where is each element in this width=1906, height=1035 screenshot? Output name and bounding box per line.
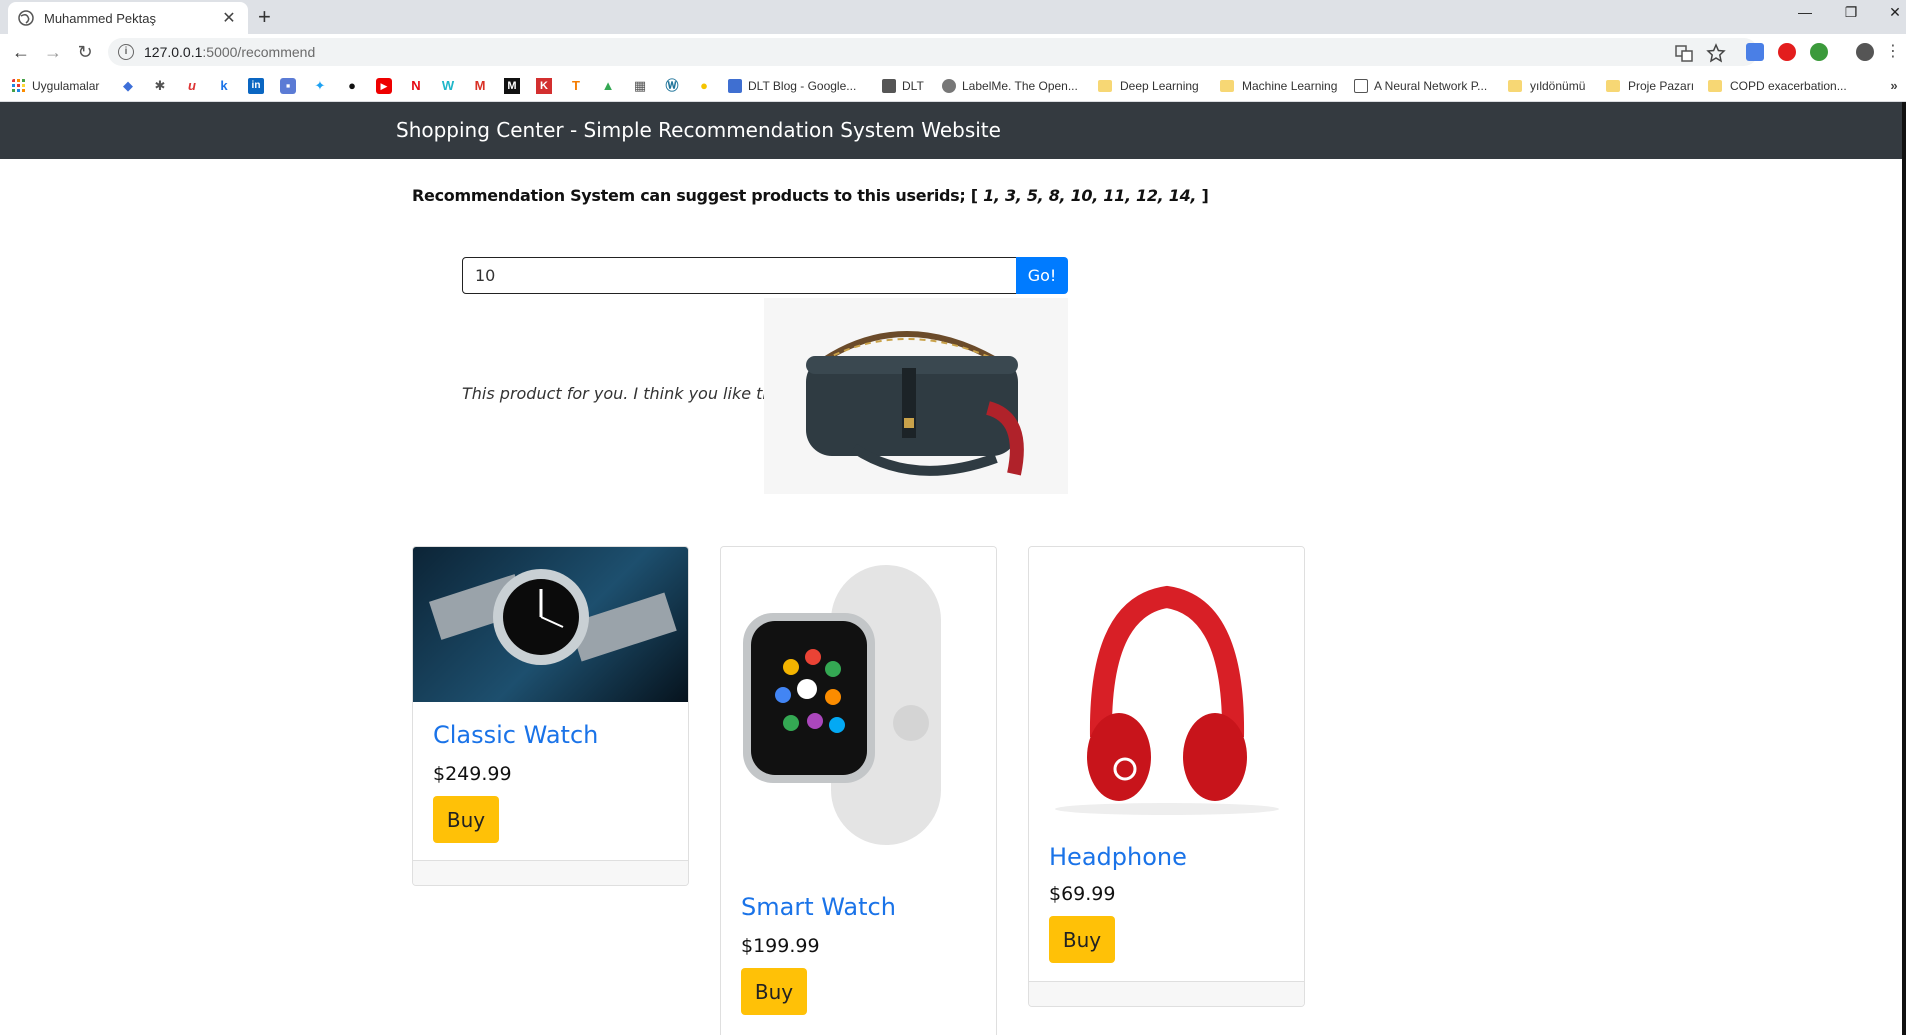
userid-input[interactable] [462, 257, 1017, 294]
opera-extension-icon[interactable] [1778, 43, 1796, 61]
card-footer [413, 860, 688, 885]
bookmark-deep-learning[interactable]: Deep Learning [1098, 78, 1199, 94]
product-card: Classic Watch $249.99 Buy [412, 546, 689, 886]
bookmark-icon-14[interactable]: K [536, 78, 552, 94]
bookmark-proje-pazari[interactable]: Proje Pazarı [1606, 78, 1694, 94]
address-bar[interactable]: i 127.0.0.1:5000/recommend [108, 38, 1758, 66]
globe-icon [942, 79, 956, 93]
classic-watch-image [413, 547, 688, 702]
product-title[interactable]: Classic Watch [433, 721, 598, 749]
tab-title: Muhammed Pektaş [44, 10, 156, 26]
bookmark-icon-2[interactable]: ✱ [152, 78, 168, 94]
browser-tab[interactable]: Muhammed Pektaş ✕ [8, 2, 248, 34]
netflix-icon[interactable]: N [408, 78, 424, 94]
buy-button[interactable]: Buy [433, 796, 499, 843]
url-host: 127.0.0.1 [144, 44, 203, 60]
apps-label: Uygulamalar [32, 79, 100, 93]
bookmark-star-icon[interactable] [1706, 43, 1726, 63]
url-path: :5000/recommend [202, 44, 316, 60]
bookmark-dlt[interactable]: DLT [882, 78, 924, 94]
navbar-brand[interactable]: Shopping Center - Simple Recommendation … [396, 118, 1001, 142]
more-bookmarks-icon[interactable]: » [1886, 78, 1902, 94]
profile-avatar[interactable] [1856, 43, 1874, 61]
bookmark-labelme[interactable]: LabelMe. The Open... [942, 78, 1078, 94]
youtube-icon[interactable]: ▶ [376, 78, 392, 94]
folder-icon [1220, 80, 1234, 92]
product-title[interactable]: Headphone [1049, 843, 1187, 871]
window-close-icon[interactable]: ✕ [1880, 4, 1906, 21]
buy-button[interactable]: Buy [741, 968, 807, 1015]
suggestion-text: This product for you. I think you like t… [462, 384, 813, 403]
site-navbar: Shopping Center - Simple Recommendation … [0, 102, 1906, 159]
watch-icon [429, 569, 677, 665]
product-card: Smart Watch $199.99 Buy [720, 546, 997, 1035]
smartwatch-icon [743, 565, 941, 845]
bookmark-icon-4[interactable]: k [216, 78, 232, 94]
bookmark-icon-11[interactable]: W [440, 78, 456, 94]
bookmark-neural-network[interactable]: A Neural Network P... [1354, 78, 1487, 94]
new-tab-icon[interactable]: + [258, 6, 271, 28]
tensorflow-icon[interactable]: T [568, 78, 584, 94]
twitter-icon[interactable]: ✦ [312, 78, 328, 94]
page-scrollbar[interactable] [1902, 102, 1906, 1035]
translate-extension-icon[interactable] [1746, 43, 1764, 61]
gmail-icon[interactable]: M [472, 78, 488, 94]
product-price: $249.99 [433, 763, 512, 785]
smart-watch-image [721, 547, 996, 869]
minimize-icon[interactable]: — [1790, 4, 1820, 20]
translate-icon[interactable] [1674, 43, 1694, 63]
dlt-icon [882, 79, 896, 93]
menu-kebab-icon[interactable]: ⋮ [1882, 41, 1904, 63]
bookmark-icon-19[interactable]: ● [696, 78, 712, 94]
go-button[interactable]: Go! [1016, 257, 1068, 294]
product-card: Headphone $69.99 Buy [1028, 546, 1305, 1007]
product-title[interactable]: Smart Watch [741, 893, 896, 921]
page-icon [1354, 79, 1368, 93]
site-info-icon[interactable]: i [118, 44, 134, 60]
folder-icon [1708, 80, 1722, 92]
tab-close-icon[interactable]: ✕ [220, 8, 238, 28]
bookmark-icon-17[interactable]: ▦ [632, 78, 648, 94]
bookmark-dlt-blog[interactable]: DLT Blog - Google... [728, 78, 856, 94]
globe-icon [18, 10, 34, 26]
folder-icon [1098, 80, 1112, 92]
bookmark-icon-1[interactable]: ◆ [120, 78, 136, 94]
wordpress-icon[interactable]: Ⓦ [664, 78, 680, 94]
product-price: $69.99 [1049, 883, 1116, 905]
bookmarks-bar: Uygulamalar ◆ ✱ u k in ▪ ✦ ● ▶ N W M M K… [0, 70, 1906, 102]
back-icon[interactable]: ← [10, 41, 32, 63]
bookmark-copd[interactable]: COPD exacerbation... [1708, 78, 1847, 94]
available-userids-text: Recommendation System can suggest produc… [412, 186, 1209, 205]
buy-button[interactable]: Buy [1049, 916, 1115, 963]
apps-bookmark[interactable]: Uygulamalar [12, 78, 99, 94]
linkedin-icon[interactable]: in [248, 78, 264, 94]
github-icon[interactable]: ● [344, 78, 360, 94]
reload-icon[interactable]: ↻ [74, 41, 96, 63]
bookmark-icon-6[interactable]: ▪ [280, 78, 296, 94]
headphone-icon [1055, 585, 1279, 815]
folder-icon [1508, 80, 1522, 92]
headphone-image [1029, 547, 1304, 827]
card-footer [1029, 981, 1304, 1006]
browser-tabstrip: Muhammed Pektaş ✕ + — ❐ ✕ [0, 0, 1906, 34]
restore-icon[interactable]: ❐ [1836, 4, 1866, 21]
blog-icon [728, 79, 742, 93]
forward-icon[interactable]: → [42, 41, 64, 63]
medium-icon[interactable]: M [504, 78, 520, 94]
product-price: $199.99 [741, 935, 820, 957]
userid-list: 1, 3, 5, 8, 10, 11, 12, 14, [983, 186, 1197, 205]
browser-toolbar: ← → ↻ i 127.0.0.1:5000/recommend ⋮ [0, 34, 1906, 70]
apps-grid-icon [12, 79, 25, 92]
bookmark-yildonumu[interactable]: yıldönümü [1508, 78, 1585, 94]
folder-icon [1606, 80, 1620, 92]
handbag-icon [806, 331, 1024, 476]
globe-extension-icon[interactable] [1810, 43, 1828, 61]
suggested-product-image [764, 298, 1068, 494]
bookmark-icon-3[interactable]: u [184, 78, 200, 94]
bookmark-machine-learning[interactable]: Machine Learning [1220, 78, 1337, 94]
drive-icon[interactable]: ▲ [600, 78, 616, 94]
